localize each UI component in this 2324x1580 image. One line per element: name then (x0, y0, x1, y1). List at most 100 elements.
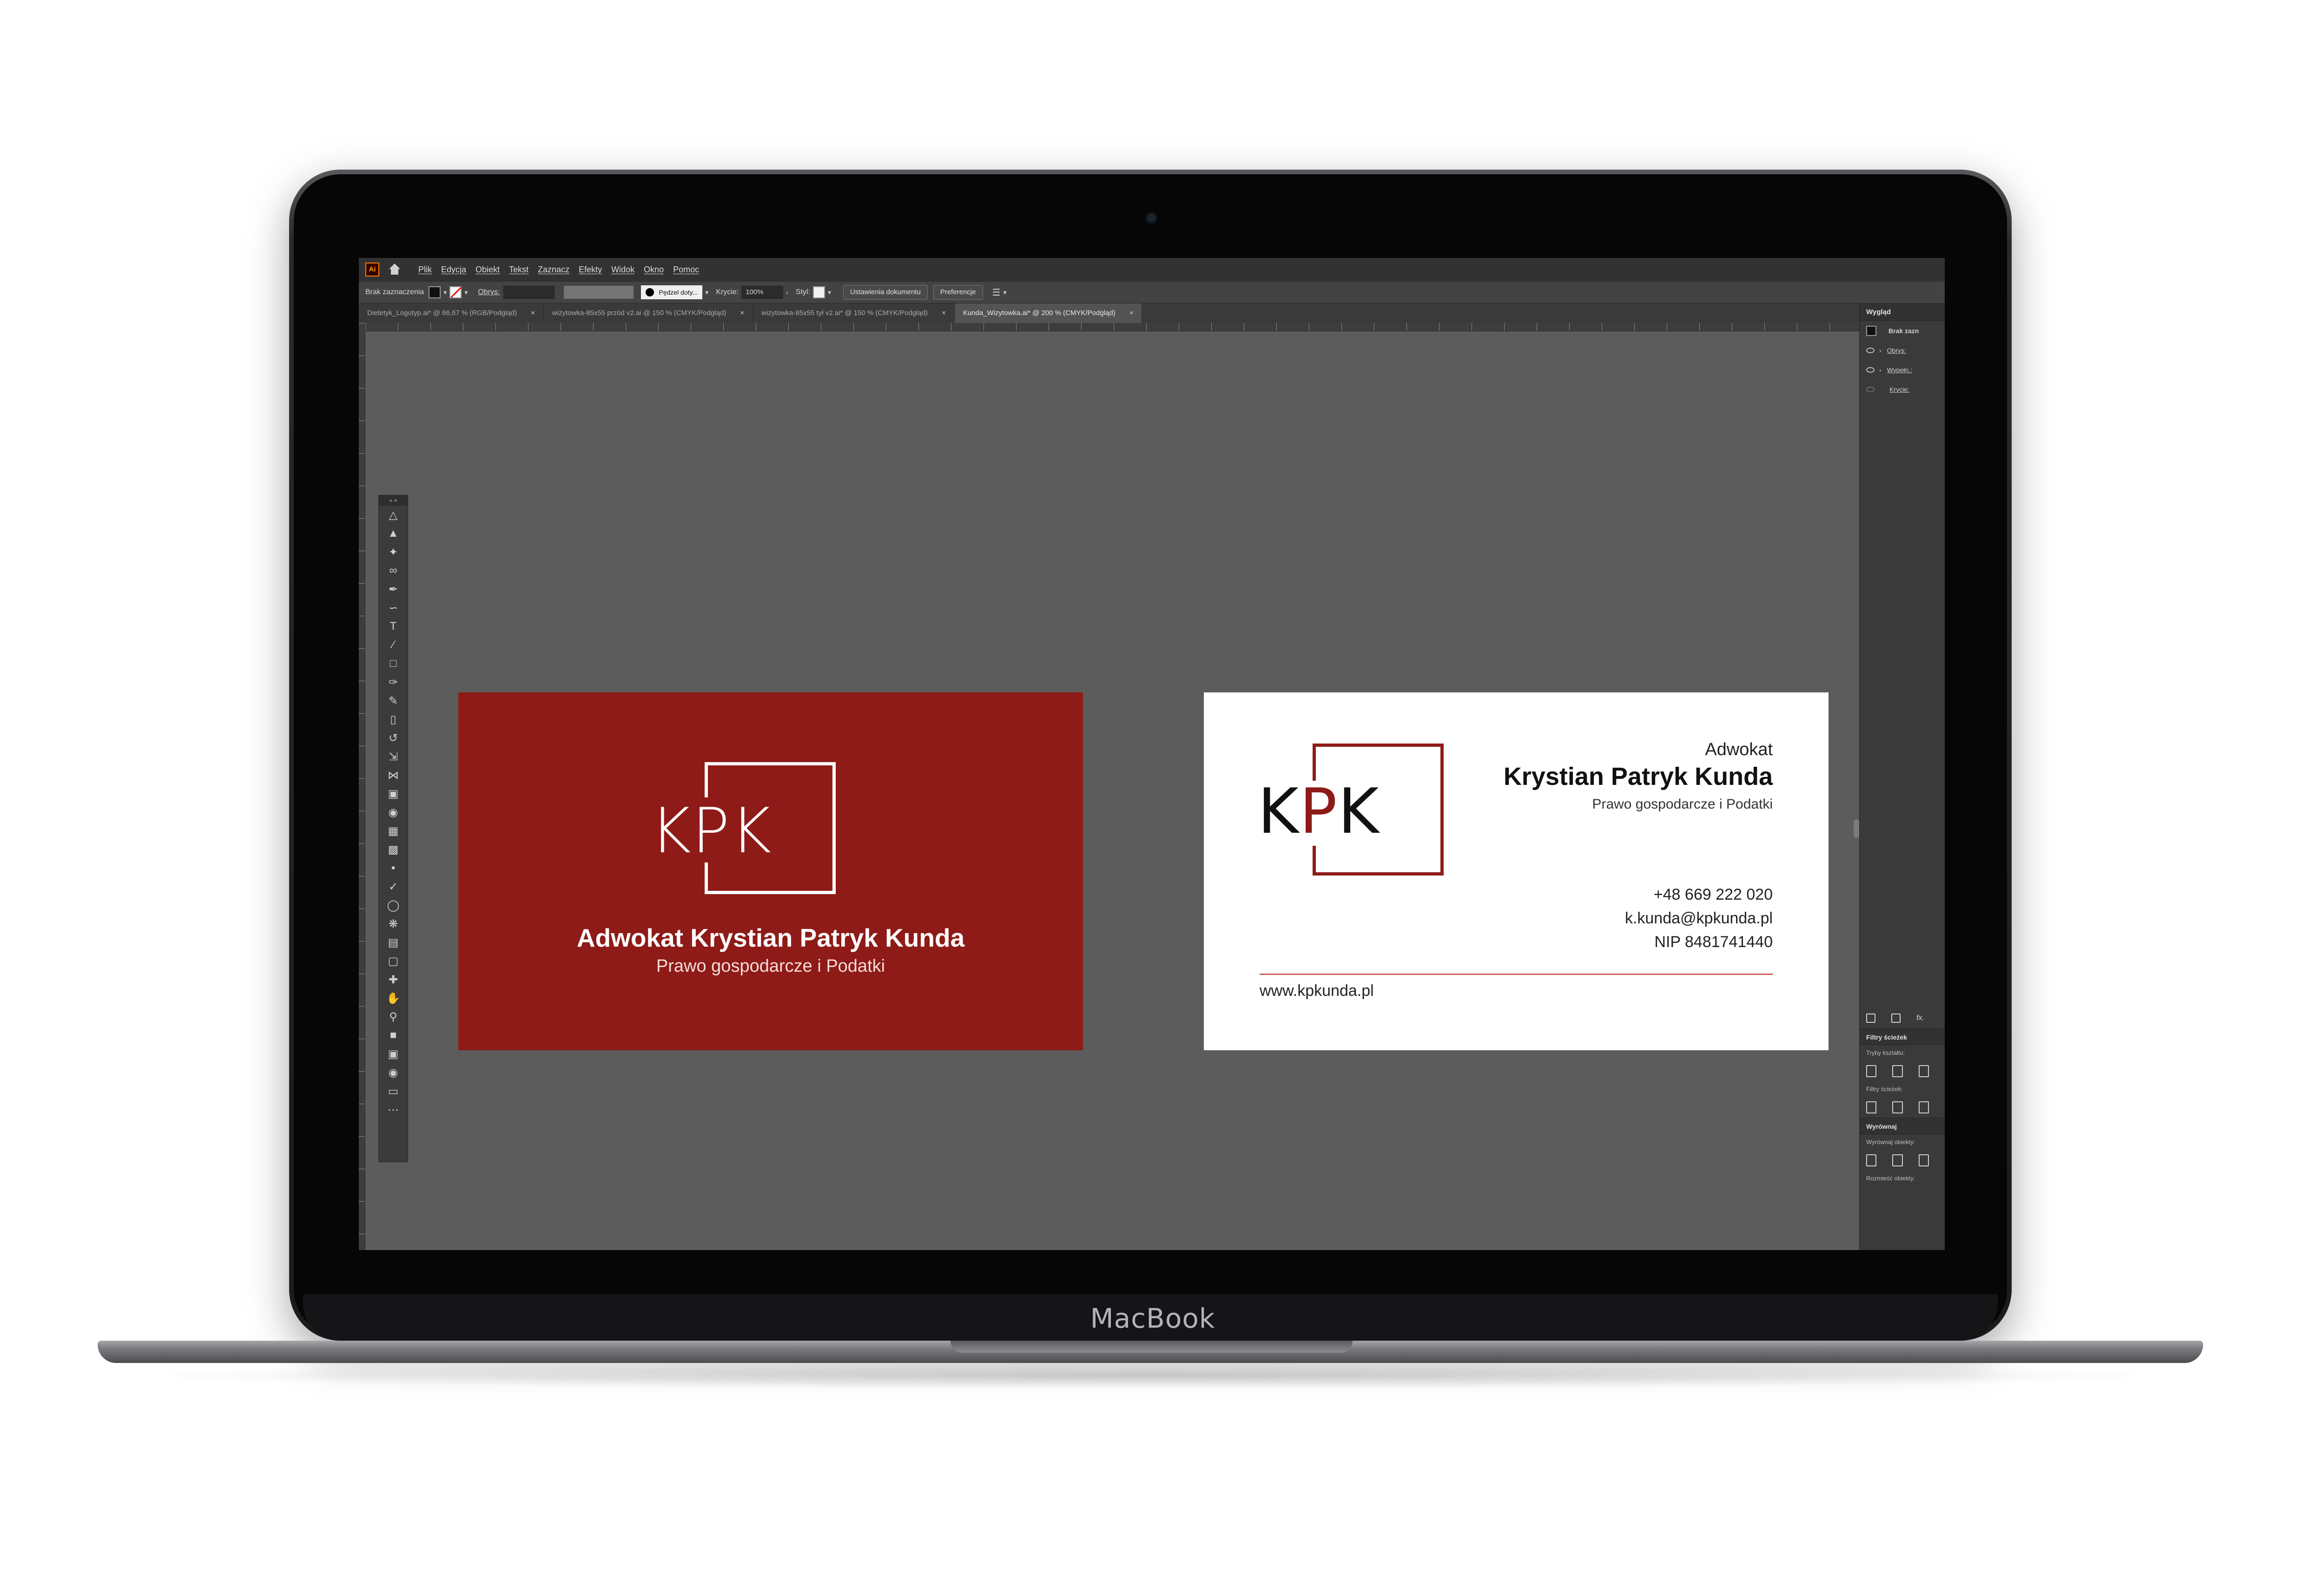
zoom-tool-icon[interactable]: ⚲ (384, 1007, 403, 1026)
chevron-down-icon[interactable]: ▾ (1003, 289, 1006, 296)
business-card-back[interactable]: KPK Adwokat Krystian Patryk Kunda Prawo … (1204, 692, 1829, 1050)
opacity-field[interactable]: 100% (741, 286, 784, 299)
column-graph-tool-icon[interactable]: ▤ (384, 933, 403, 952)
color-mode-icon[interactable]: ▣ (384, 1045, 403, 1063)
fill-stroke-swatches-icon[interactable]: ■ (384, 1026, 403, 1045)
style-swatch[interactable] (813, 286, 825, 298)
artboard-tool-icon[interactable]: ▢ (384, 952, 403, 970)
lasso-tool-icon[interactable]: ∞ (384, 561, 403, 580)
merge-icon[interactable] (1918, 1101, 1929, 1113)
screen-mode-icon[interactable]: ▭ (384, 1082, 403, 1100)
mesh-tool-icon[interactable]: ▩ (384, 840, 403, 859)
stroke-swatch[interactable] (449, 286, 462, 298)
shaper-tool-icon[interactable]: ✎ (384, 691, 403, 710)
chevron-down-icon[interactable]: ▾ (705, 289, 708, 296)
align-center-icon[interactable] (1892, 1154, 1903, 1166)
appearance-stroke[interactable]: Obrys: (1887, 347, 1906, 354)
free-transform-tool-icon[interactable]: ▣ (384, 784, 403, 803)
business-card-front[interactable]: KPK Adwokat Krystian Patryk Kunda Prawo … (458, 692, 1083, 1050)
preferences-button[interactable]: Preferencje (933, 285, 983, 300)
chevron-right-icon[interactable]: › (1879, 347, 1882, 354)
menu-efekty[interactable]: Efekty (579, 265, 602, 275)
appearance-opacity-row[interactable]: Krycie: (1860, 380, 1945, 399)
close-icon[interactable]: × (740, 309, 744, 317)
menu-tekst[interactable]: Tekst (509, 265, 528, 275)
shape-builder-tool-icon[interactable]: ◉ (384, 803, 403, 822)
chevron-down-icon[interactable]: ▾ (828, 289, 831, 296)
appearance-fill[interactable]: Wypełn.: (1887, 366, 1912, 374)
chevron-down-icon[interactable]: ▾ (443, 289, 447, 296)
arrange-icon[interactable]: ☰ (992, 287, 1001, 298)
tab-appearance[interactable]: Wygląd (1860, 303, 1945, 321)
appearance-opacity[interactable]: Krycie: (1889, 386, 1909, 393)
type-tool-icon[interactable]: T (384, 617, 403, 636)
symbol-sprayer-tool-icon[interactable]: ❋ (384, 915, 403, 933)
eye-icon[interactable] (1866, 367, 1875, 373)
new-fill-icon[interactable] (1891, 1014, 1901, 1023)
chevron-right-icon[interactable]: › (1879, 366, 1882, 374)
close-icon[interactable]: × (942, 309, 946, 317)
tab-dietetyk-logotyp[interactable]: Dietetyk_Logotyp.ai* @ 66,67 % (RGB/Podg… (359, 303, 544, 323)
menu-plik[interactable]: Plik (418, 265, 432, 275)
line-tool-icon[interactable]: ∕ (384, 636, 403, 654)
stroke-weight-field[interactable] (503, 286, 555, 299)
horizontal-ruler[interactable] (365, 323, 1859, 331)
paintbrush-tool-icon[interactable]: ✑ (384, 673, 403, 691)
direct-selection-tool-icon[interactable]: ▲ (384, 524, 403, 543)
selection-tool-icon[interactable]: △ (384, 506, 403, 524)
canvas-scrollbar[interactable] (1854, 819, 1859, 838)
curvature-tool-icon[interactable]: ∽ (384, 599, 403, 617)
magic-wand-tool-icon[interactable]: ✦ (384, 543, 403, 561)
fx-icon[interactable]: fx. (1916, 1014, 1924, 1022)
rectangle-tool-icon[interactable]: □ (384, 654, 403, 673)
tab-wizytowka-przod[interactable]: wizytowka-85x55 przód v2.ai @ 150 % (CMY… (544, 303, 753, 323)
blend-tool-icon[interactable]: ◯ (384, 896, 403, 915)
draw-mode-icon[interactable]: ◉ (384, 1063, 403, 1082)
scale-tool-icon[interactable]: ⇲ (384, 747, 403, 766)
eraser-tool-icon[interactable]: ▯ (384, 710, 403, 729)
close-icon[interactable]: × (531, 309, 535, 317)
menu-pomoc[interactable]: Pomoc (673, 265, 699, 275)
artboard-canvas[interactable]: » × △ ▲ ✦ ∞ ✒ ∽ T ∕ □ ✑ ✎ ▯ ↺ ⇲ ⋈ ▣ ◉ ▦ … (365, 331, 1859, 1250)
menu-okno[interactable]: Okno (644, 265, 664, 275)
fill-swatch[interactable] (429, 286, 441, 298)
hand-tool-icon[interactable]: ✋ (384, 989, 403, 1007)
eyedropper-tool-icon[interactable]: ✓ (384, 877, 403, 896)
trim-icon[interactable] (1892, 1101, 1903, 1113)
unite-icon[interactable] (1866, 1065, 1877, 1077)
tab-wizytowka-tyl[interactable]: wizytowka-85x55 tył v2.ai* @ 150 % (CMYK… (753, 303, 955, 323)
chevron-right-icon[interactable]: › (786, 289, 788, 296)
more-tools-icon[interactable]: ⋯ (384, 1100, 403, 1119)
appearance-stroke-row[interactable]: › Obrys: (1860, 341, 1945, 360)
pen-tool-icon[interactable]: ✒ (384, 580, 403, 599)
rotate-tool-icon[interactable]: ↺ (384, 729, 403, 747)
gradient-tool-icon[interactable]: ▪ (384, 859, 403, 877)
document-settings-button[interactable]: Ustawienia dokumentu (843, 285, 928, 300)
stroke-profile[interactable] (564, 286, 634, 299)
eye-icon[interactable] (1866, 348, 1875, 353)
eye-icon[interactable] (1866, 387, 1875, 392)
divide-icon[interactable] (1866, 1101, 1877, 1113)
menu-edycja[interactable]: Edycja (441, 265, 466, 275)
brush-select[interactable]: Pędzel doty... (641, 285, 703, 299)
menu-obiekt[interactable]: Obiekt (475, 265, 500, 275)
intersect-icon[interactable] (1918, 1065, 1929, 1077)
align-left-icon[interactable] (1866, 1154, 1877, 1166)
align-right-icon[interactable] (1918, 1154, 1929, 1166)
slice-tool-icon[interactable]: ✚ (384, 970, 403, 989)
vertical-ruler[interactable] (359, 323, 365, 1250)
menu-zaznacz[interactable]: Zaznacz (538, 265, 569, 275)
new-stroke-icon[interactable] (1866, 1014, 1875, 1023)
tab-pathfinder[interactable]: Filtry ścieżek (1860, 1028, 1945, 1045)
chevron-down-icon[interactable]: ▾ (464, 289, 468, 296)
home-icon[interactable] (388, 263, 402, 276)
width-tool-icon[interactable]: ⋈ (384, 766, 403, 784)
menu-widok[interactable]: Widok (611, 265, 634, 275)
tab-kunda-wizytowka[interactable]: Kunda_Wizytowka.ai* @ 200 % (CMYK/Podglą… (954, 303, 1142, 323)
tab-align[interactable]: Wyrównaj (1860, 1118, 1945, 1134)
appearance-fill-row[interactable]: › Wypełn.: (1860, 360, 1945, 380)
close-icon[interactable]: × (1129, 309, 1134, 317)
perspective-grid-tool-icon[interactable]: ▦ (384, 822, 403, 840)
minus-front-icon[interactable] (1892, 1065, 1903, 1077)
tools-panel-header[interactable]: » × (379, 495, 408, 506)
